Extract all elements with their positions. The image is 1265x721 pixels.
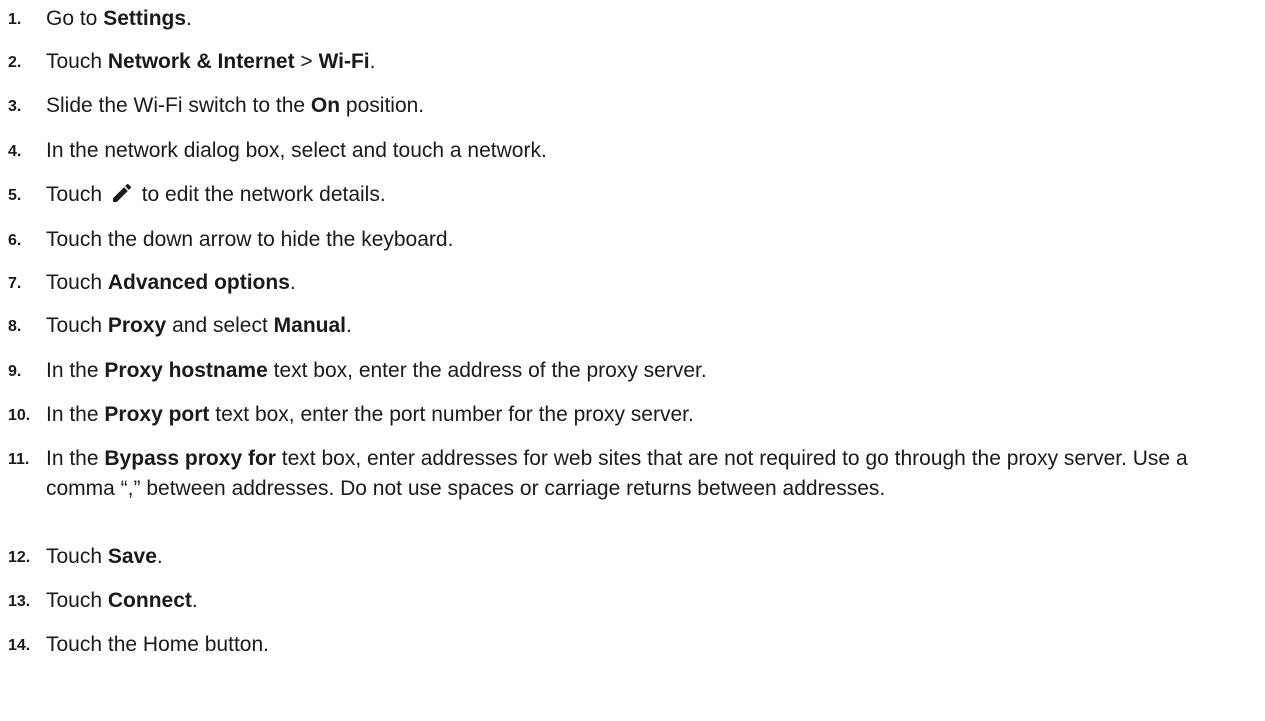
step-fragment: text box, enter the port number for the … (209, 403, 694, 426)
step-fragment: In the network dialog box, select and to… (46, 139, 547, 162)
step-fragment: Go to (46, 7, 104, 30)
step-text: In the Proxy port text box, enter the po… (46, 400, 1235, 430)
step-text: Go to Settings. (46, 4, 1235, 34)
ui-term: Manual (273, 314, 346, 337)
ui-term: Wi-Fi (318, 50, 370, 73)
pencil-icon (110, 181, 134, 205)
step-fragment: and select (166, 314, 274, 337)
step-number: 1. (8, 11, 22, 28)
step-text: In the Proxy hostname text box, enter th… (46, 356, 1235, 386)
ui-term: Proxy port (104, 403, 210, 426)
step-text: Touch Proxy and select Manual. (46, 311, 1235, 341)
step-number: 4. (8, 143, 22, 160)
step-fragment: position. (340, 94, 425, 117)
ui-term: Network & Internet (107, 50, 295, 73)
step-fragment: In the (46, 359, 105, 382)
step-number: 9. (8, 363, 22, 380)
ui-term: Advanced options (107, 271, 290, 294)
step-number: 5. (8, 187, 22, 204)
step-number: 14. (8, 637, 31, 654)
ui-term: Connect (107, 589, 192, 612)
step-fragment: . (289, 271, 296, 294)
step-number: 11. (8, 451, 30, 468)
step-number: 7. (8, 275, 22, 292)
step-fragment: Touch (46, 183, 108, 206)
step-fragment: Touch (46, 589, 108, 612)
step-number: 6. (8, 232, 22, 249)
ui-term: Proxy (107, 314, 167, 337)
step-number: 8. (8, 318, 22, 335)
ui-term: Settings (103, 7, 187, 30)
step-fragment: . (346, 314, 352, 337)
step-text: In the Bypass proxy for text box, enter … (46, 444, 1235, 504)
step-fragment: . (156, 545, 163, 568)
step-text: Touch the Home button. (46, 630, 1235, 660)
step-fragment: text box, enter the address of the proxy… (267, 359, 707, 382)
ui-term: Save (107, 545, 157, 568)
step-text: In the network dialog box, select and to… (46, 136, 1235, 166)
ui-term: On (310, 94, 341, 117)
step-fragment: Touch (46, 545, 108, 568)
step-number: 3. (8, 98, 22, 115)
ui-term: Proxy hostname (104, 359, 268, 382)
step-fragment: Touch the down arrow to hide the keyboar… (46, 228, 454, 251)
step-number: 13. (8, 593, 31, 610)
step-fragment: In the (46, 447, 105, 470)
step-fragment: Slide the Wi-Fi switch to the (46, 94, 311, 117)
step-text: Touch Network & Internet > Wi-Fi. (46, 47, 1235, 77)
step-fragment: . (186, 7, 192, 30)
step-fragment: Touch (46, 50, 108, 73)
step-text: Touch Save. (46, 542, 1235, 572)
step-text: Touch Advanced options. (46, 268, 1235, 298)
ui-term: Bypass proxy for (104, 447, 276, 470)
step-number: 2. (8, 54, 22, 71)
step-fragment: . (191, 589, 198, 612)
step-number: 12. (8, 549, 31, 566)
instructions-document: 1. Go to Settings. 2. Touch Network & Inter… (0, 0, 1265, 721)
step-fragment: > (294, 50, 319, 73)
step-fragment: to edit the network details. (135, 183, 386, 206)
step-fragment: . (369, 50, 376, 73)
step-fragment: Touch the Home button. (46, 633, 269, 656)
step-text: Touch to edit the network details. (46, 180, 1235, 210)
step-fragment: In the (46, 403, 105, 426)
step-text: Touch the down arrow to hide the keyboar… (46, 225, 1235, 255)
step-number: 10. (8, 407, 31, 424)
step-text: Touch Connect. (46, 586, 1235, 616)
step-text: Slide the Wi-Fi switch to the On positio… (46, 91, 1235, 121)
step-fragment: Touch (46, 271, 108, 294)
step-fragment: Touch (46, 314, 108, 337)
